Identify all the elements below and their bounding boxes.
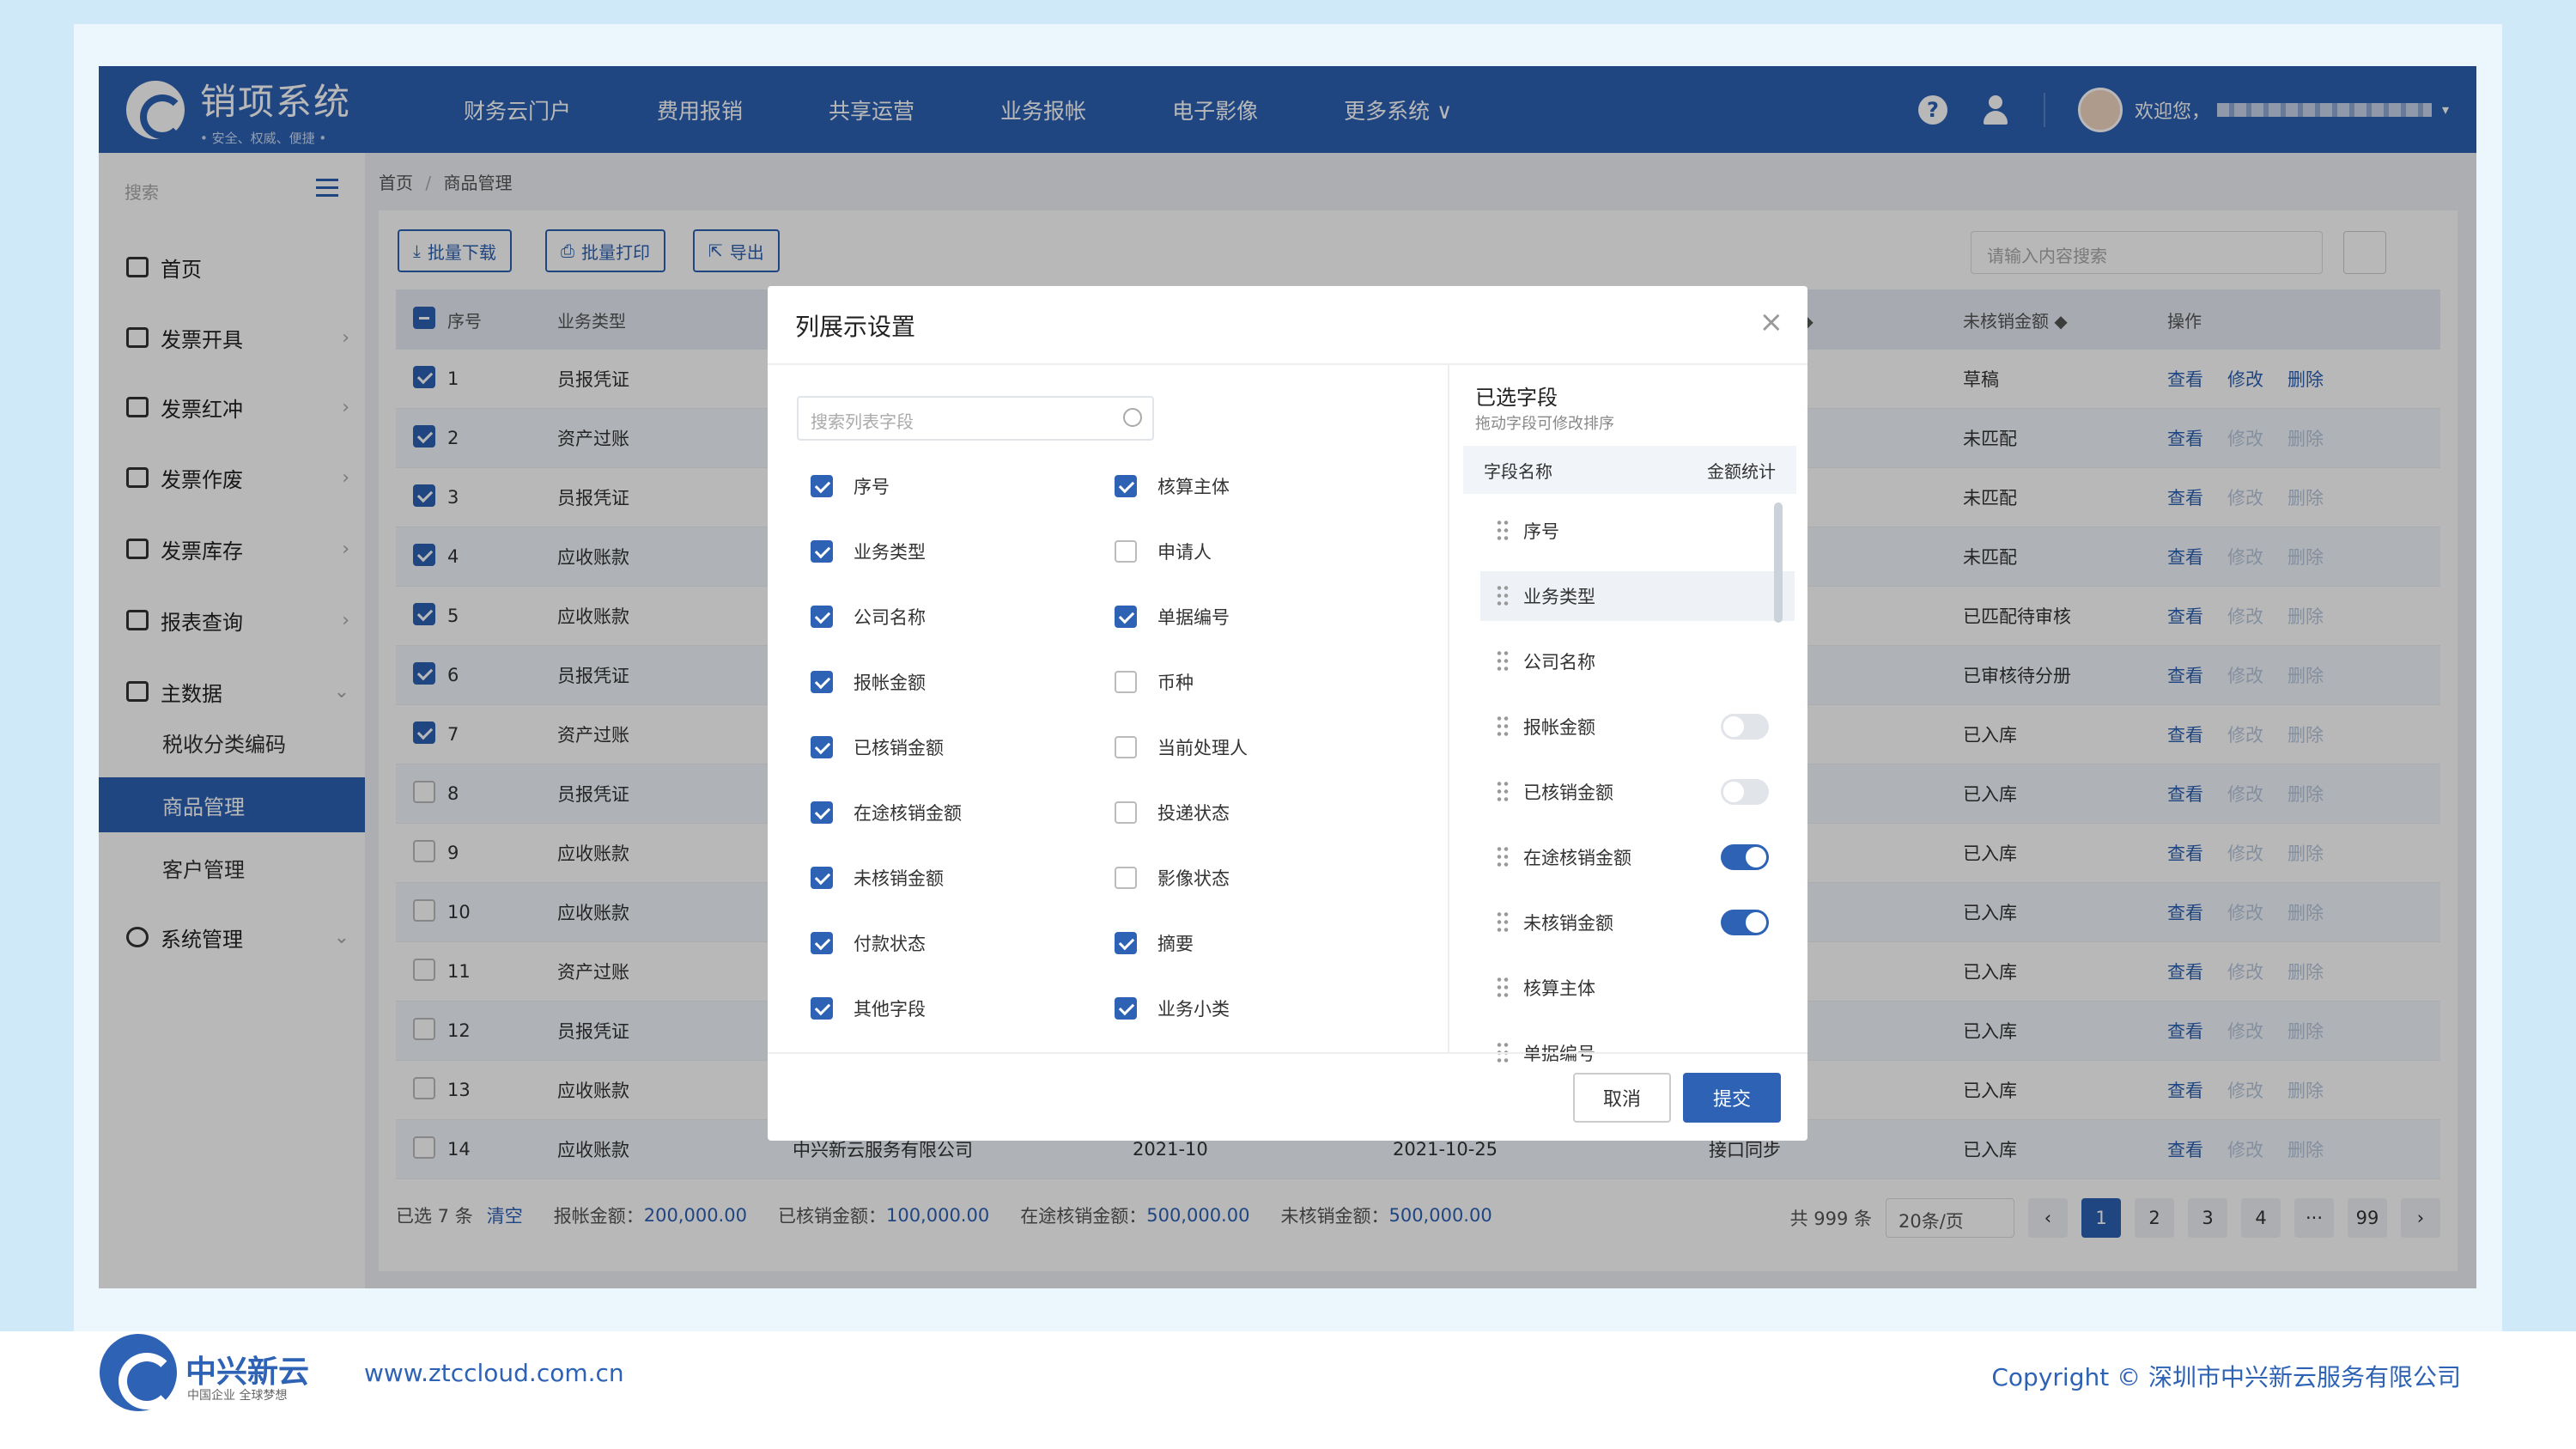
- field-search-input[interactable]: 搜索列表字段: [797, 396, 1154, 441]
- drag-handle-icon[interactable]: [1496, 715, 1510, 739]
- field-checkbox[interactable]: [1115, 867, 1137, 889]
- field-checkbox[interactable]: [1115, 932, 1137, 954]
- copyright: Copyright © 深圳市中兴新云服务有限公司: [1991, 1363, 2461, 1391]
- field-option[interactable]: 序号: [811, 472, 890, 501]
- field-option[interactable]: 其他字段: [811, 994, 926, 1023]
- field-option[interactable]: 未核销金额: [811, 863, 944, 892]
- field-option[interactable]: 报帐金额: [811, 667, 926, 697]
- field-checkbox[interactable]: [811, 606, 833, 628]
- field-option[interactable]: 当前处理人: [1115, 733, 1248, 762]
- column-settings-dialog: 列展示设置 × 搜索列表字段 序号业务类型公司名称报帐金额已核销金额在途核销金额…: [768, 286, 1807, 1141]
- field-checkbox[interactable]: [811, 475, 833, 497]
- field-option[interactable]: 投递状态: [1115, 798, 1230, 827]
- drag-handle-icon[interactable]: [1496, 845, 1510, 869]
- field-checkbox[interactable]: [1115, 997, 1137, 1020]
- drag-handle-icon[interactable]: [1496, 519, 1510, 543]
- field-option[interactable]: 业务类型: [811, 537, 926, 566]
- drag-handle-icon[interactable]: [1496, 649, 1510, 673]
- app-window: 销项系统 • 安全、权威、便捷 • 财务云门户 费用报销 共享运营 业务报帐 电…: [99, 66, 2476, 1288]
- field-checkbox[interactable]: [811, 736, 833, 758]
- field-option[interactable]: 影像状态: [1115, 863, 1230, 892]
- field-option[interactable]: 申请人: [1115, 537, 1212, 566]
- selected-field-item[interactable]: 在途核销金额: [1480, 832, 1795, 882]
- field-option[interactable]: 核算主体: [1115, 472, 1230, 501]
- field-option[interactable]: 单据编号: [1115, 602, 1230, 631]
- selected-field-item[interactable]: 公司名称: [1480, 636, 1795, 686]
- field-option[interactable]: 币种: [1115, 667, 1194, 697]
- amount-stat-toggle[interactable]: [1721, 844, 1769, 870]
- field-checkbox[interactable]: [1115, 540, 1137, 563]
- scrollbar[interactable]: [1774, 502, 1783, 623]
- selected-fields-header: 字段名称 金额统计: [1463, 446, 1796, 494]
- selected-fields-hint: 拖动字段可修改排序: [1475, 415, 1614, 433]
- selected-field-item[interactable]: 未核销金额: [1480, 898, 1795, 947]
- drag-handle-icon[interactable]: [1496, 584, 1510, 608]
- field-checkbox[interactable]: [811, 932, 833, 954]
- website-url[interactable]: www.ztccloud.com.cn: [364, 1359, 624, 1387]
- field-checkbox[interactable]: [1115, 475, 1137, 497]
- field-checkbox[interactable]: [811, 671, 833, 693]
- field-checkbox[interactable]: [1115, 671, 1137, 693]
- selected-fields-title: 已选字段: [1475, 386, 1558, 410]
- drag-handle-icon[interactable]: [1496, 780, 1510, 804]
- field-option[interactable]: 付款状态: [811, 928, 926, 958]
- field-option[interactable]: 在途核销金额: [811, 798, 962, 827]
- cancel-button[interactable]: 取消: [1573, 1073, 1671, 1123]
- search-icon: [1123, 408, 1142, 427]
- drag-handle-icon[interactable]: [1496, 910, 1510, 935]
- selected-field-item[interactable]: 报帐金额: [1480, 702, 1795, 752]
- amount-stat-toggle[interactable]: [1721, 779, 1769, 805]
- field-option[interactable]: 公司名称: [811, 602, 926, 631]
- field-option[interactable]: 业务小类: [1115, 994, 1230, 1023]
- field-checkbox[interactable]: [811, 801, 833, 824]
- amount-stat-toggle[interactable]: [1721, 714, 1769, 740]
- brand-logo-icon: [100, 1334, 177, 1411]
- submit-button[interactable]: 提交: [1683, 1073, 1781, 1123]
- selected-field-item[interactable]: 业务类型: [1480, 571, 1795, 621]
- field-checkbox[interactable]: [811, 867, 833, 889]
- selected-field-item[interactable]: 已核销金额: [1480, 767, 1795, 817]
- field-checkbox[interactable]: [811, 997, 833, 1020]
- brand-slogan: 中国企业 全球梦想: [187, 1389, 288, 1403]
- selected-field-item[interactable]: 核算主体: [1480, 963, 1795, 1013]
- drag-handle-icon[interactable]: [1496, 976, 1510, 1000]
- field-checkbox[interactable]: [811, 540, 833, 563]
- field-checkbox[interactable]: [1115, 736, 1137, 758]
- field-option[interactable]: 摘要: [1115, 928, 1194, 958]
- selected-field-item[interactable]: 序号: [1480, 506, 1795, 556]
- brand-name: 中兴新云: [185, 1355, 310, 1390]
- field-checkbox[interactable]: [1115, 606, 1137, 628]
- field-option[interactable]: 已核销金额: [811, 733, 944, 762]
- close-icon[interactable]: ×: [1759, 305, 1784, 339]
- field-checkbox[interactable]: [1115, 801, 1137, 824]
- dialog-title: 列展示设置: [795, 313, 916, 341]
- amount-stat-toggle[interactable]: [1721, 910, 1769, 935]
